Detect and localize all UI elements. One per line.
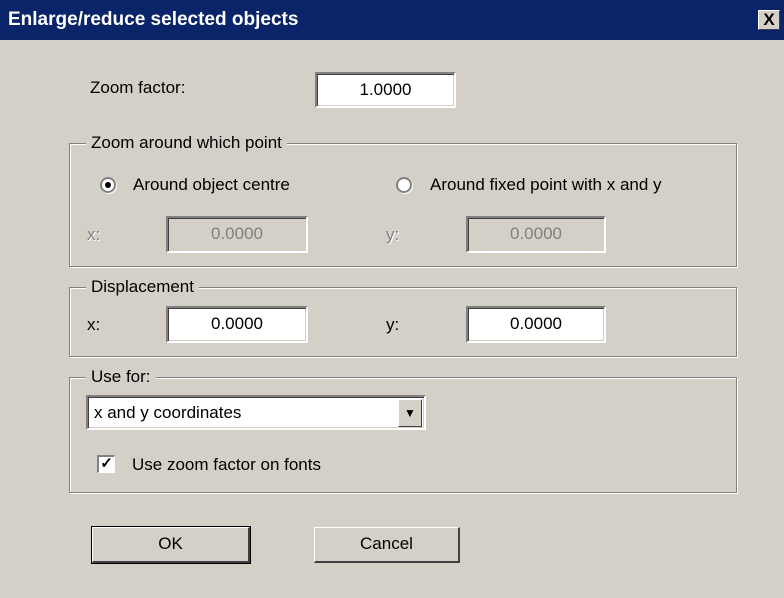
- displacement-y-input[interactable]: 0.0000: [466, 306, 606, 343]
- ok-button[interactable]: OK: [91, 526, 251, 564]
- use-zoom-fonts-checkbox[interactable]: ✓: [97, 455, 115, 473]
- use-for-legend: Use for:: [86, 367, 156, 387]
- zoom-factor-label: Zoom factor:: [90, 78, 186, 97]
- use-zoom-fonts-label: Use zoom factor on fonts: [132, 455, 321, 474]
- radio-object-centre[interactable]: [100, 177, 116, 193]
- close-button[interactable]: X: [758, 10, 780, 30]
- zoom-factor-input[interactable]: 1.0000: [315, 72, 456, 108]
- radio-object-centre-label: Around object centre: [133, 175, 290, 194]
- cancel-button[interactable]: Cancel: [314, 527, 460, 563]
- close-icon: X: [763, 10, 775, 29]
- zoom-point-x-value: 0.0000: [211, 224, 263, 243]
- radio-fixed-point-label: Around fixed point with x and y: [430, 175, 662, 194]
- use-for-selected-value: x and y coordinates: [94, 403, 242, 422]
- chevron-down-icon: ▼: [404, 406, 416, 420]
- zoom-point-x-input[interactable]: 0.0000: [166, 216, 308, 253]
- displacement-x-label: x:: [87, 315, 101, 334]
- checkmark-icon: ✓: [100, 455, 113, 472]
- zoom-point-y-label: y:: [386, 225, 400, 244]
- zoom-point-legend: Zoom around which point: [86, 133, 287, 153]
- cancel-button-label: Cancel: [360, 534, 413, 553]
- window-title: Enlarge/reduce selected objects: [8, 9, 299, 30]
- zoom-factor-value: 1.0000: [359, 80, 412, 99]
- displacement-legend: Displacement: [86, 277, 199, 297]
- zoom-point-x-label: x:: [87, 225, 101, 244]
- use-for-dropdown[interactable]: x and y coordinates ▼: [86, 395, 426, 430]
- ok-button-label: OK: [158, 534, 183, 553]
- displacement-y-label: y:: [386, 315, 400, 334]
- zoom-point-y-value: 0.0000: [510, 224, 562, 243]
- displacement-y-value: 0.0000: [510, 314, 562, 333]
- radio-selected-dot: [105, 182, 111, 188]
- displacement-x-input[interactable]: 0.0000: [166, 306, 308, 343]
- dropdown-button[interactable]: ▼: [398, 399, 422, 427]
- zoom-point-y-input[interactable]: 0.0000: [466, 216, 606, 253]
- title-bar: Enlarge/reduce selected objects X: [0, 0, 784, 40]
- radio-fixed-point[interactable]: [396, 177, 412, 193]
- displacement-x-value: 0.0000: [211, 314, 263, 333]
